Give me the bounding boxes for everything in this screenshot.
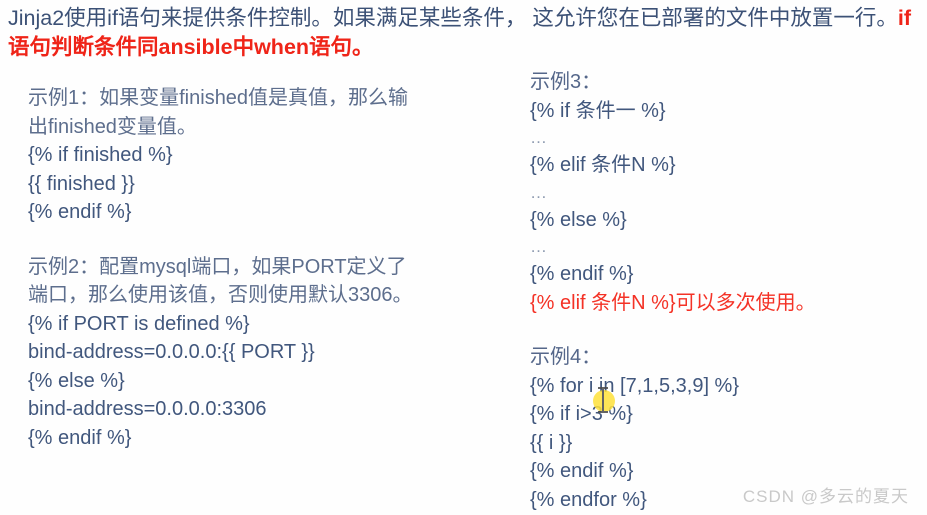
example-1-prose-line-2: 出finished变量值。: [28, 115, 197, 138]
example-1-block: 示例1：如果变量finished值是真值，那么输 出finished变量值。 {…: [28, 84, 498, 227]
example-3-line-3: {% else %}: [530, 208, 627, 231]
example-2-code-line-3: {% else %}: [28, 369, 125, 392]
example-3-line-2: {% elif 条件N %}: [530, 154, 676, 176]
example-1-code-line-3: {% endif %}: [28, 201, 132, 223]
header-text-primary: Jinja2使用if语句来提供条件控制。如果满足某些条件， 这允许您在已部署的文…: [8, 6, 898, 30]
example-3-label: 示例3：: [530, 71, 602, 93]
example-3-ellipsis-1: …: [530, 128, 549, 147]
example-1-prose-line-1: 示例1：如果变量finished值是真值，那么输: [28, 87, 409, 109]
page-title: Jinja2使用if语句来提供条件控制。如果满足某些条件， 这允许您在已部署的文…: [8, 4, 920, 62]
example-2-code-line-5: {% endif %}: [28, 426, 132, 449]
column-spacer-right: [530, 317, 920, 343]
example-2-prose-line-1: 示例2：配置mysql端口，如果PORT定义了: [28, 255, 407, 278]
example-2-block: 示例2：配置mysql端口，如果PORT定义了 端口，那么使用该值，否则使用默认…: [28, 253, 498, 453]
example-3-line-1: {% if 条件一 %}: [530, 99, 666, 122]
example-2-code-line-2: bind-address=0.0.0.0:{{ PORT }}: [28, 341, 315, 363]
example-3-note: {% elif 条件N %}可以多次使用。: [530, 291, 816, 314]
column-spacer: [28, 227, 498, 253]
example-3-block: 示例3： {% if 条件一 %} … {% elif 条件N %} … {% …: [530, 68, 920, 317]
example-4-line-3: {{ i }}: [530, 431, 573, 454]
right-column: 示例3： {% if 条件一 %} … {% elif 条件N %} … {% …: [530, 68, 920, 514]
example-3-ellipsis-2: …: [530, 182, 549, 202]
example-2-prose-line-2: 端口，那么使用该值，否则使用默认3306。: [28, 284, 413, 306]
example-4-line-1: {% for i in [7,1,5,3,9] %}: [530, 374, 740, 397]
left-column: 示例1：如果变量finished值是真值，那么输 出finished变量值。 {…: [28, 84, 498, 452]
watermark: CSDN @多云的夏天: [742, 487, 909, 506]
example-4-line-2: {% if i>3 %}: [530, 403, 633, 425]
example-1-code-line-2: {{ finished }}: [28, 172, 135, 195]
example-1-code-line-1: {% if finished %}: [28, 144, 173, 166]
example-2-code-line-4: bind-address=0.0.0.0:3306: [28, 398, 267, 420]
slide-canvas: Jinja2使用if语句来提供条件控制。如果满足某些条件， 这允许您在已部署的文…: [0, 0, 927, 515]
example-3-line-4: {% endif %}: [530, 263, 634, 285]
example-4-label: 示例4：: [530, 346, 602, 368]
example-2-code-line-1: {% if PORT is defined %}: [28, 312, 250, 335]
example-3-ellipsis-3: …: [530, 237, 549, 256]
